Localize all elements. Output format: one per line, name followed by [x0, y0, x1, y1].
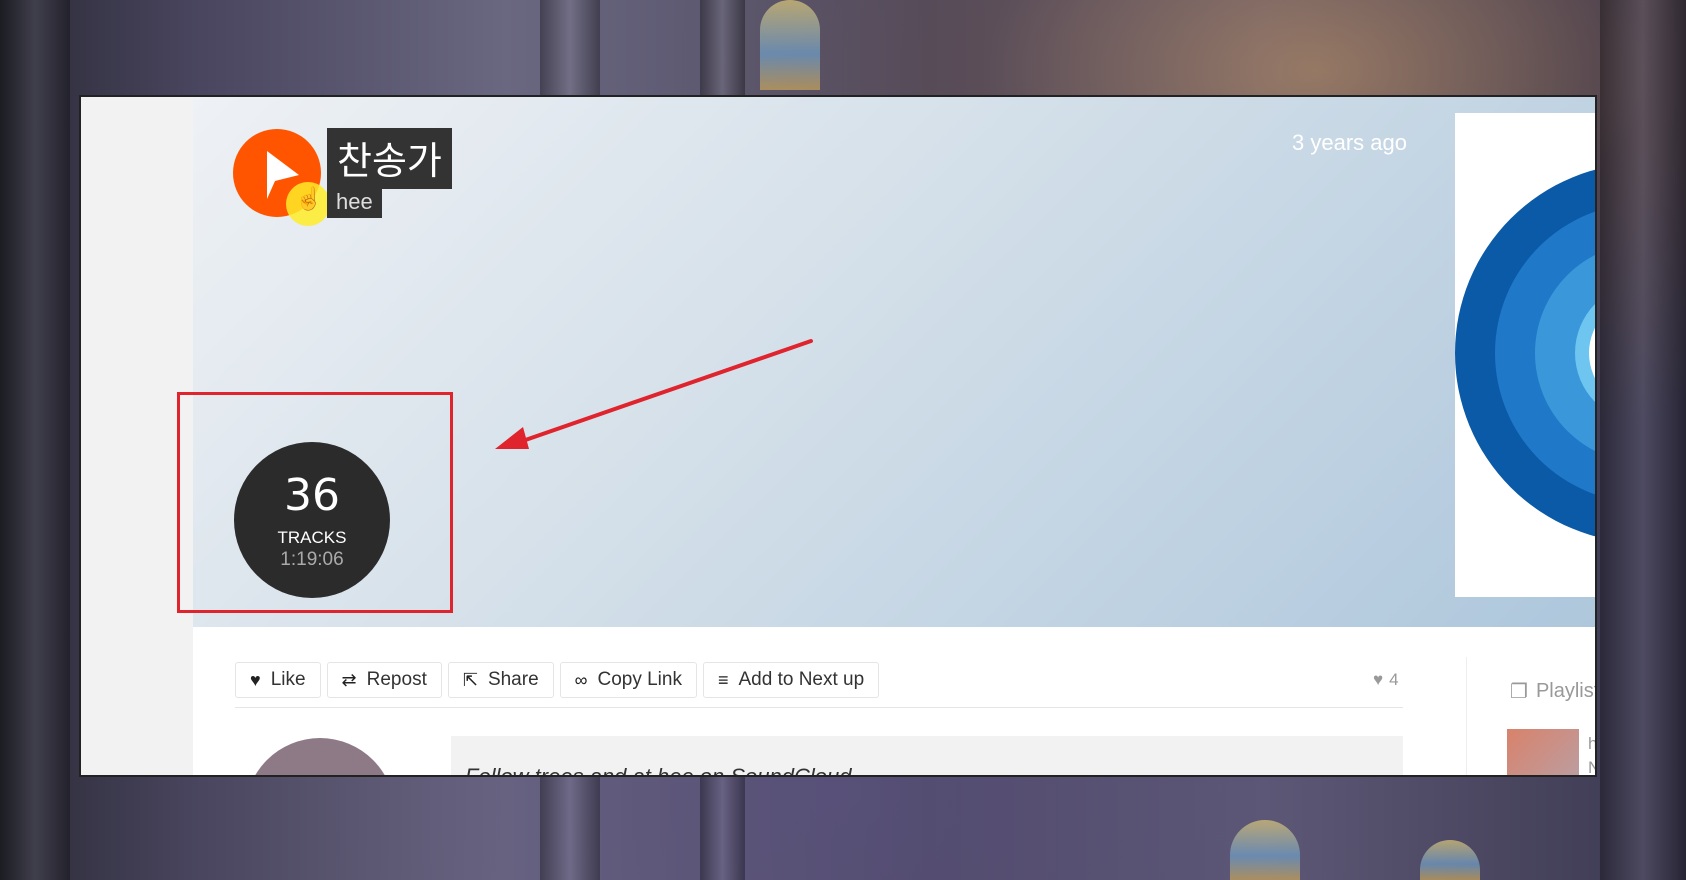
playlist-artwork[interactable]: [1455, 113, 1595, 597]
repost-icon: ⇄: [341, 669, 357, 690]
like-count-value: 4: [1389, 670, 1399, 689]
heart-icon: ♥: [1373, 670, 1384, 689]
playlist-heading-label: Playlist: [1535, 680, 1597, 702]
heart-icon: ♥: [250, 669, 261, 690]
playlist-icon: ❐: [1510, 681, 1528, 703]
add-next-label: Add to Next up: [738, 669, 865, 690]
bg-stained-glass: [1420, 840, 1480, 880]
sidebar-playlist-title: N: [1588, 756, 1595, 775]
artwork-rings: [1455, 169, 1595, 537]
bg-pillar: [0, 0, 70, 880]
bg-pillar: [1600, 0, 1686, 880]
track-count: 36: [284, 470, 340, 521]
sidebar-playlist-meta[interactable]: he N: [1588, 732, 1597, 775]
description-box: Follow trees and at hee on SoundCloud: [451, 736, 1403, 777]
sidebar-divider: [1466, 657, 1467, 775]
repost-button[interactable]: ⇄ Repost: [326, 662, 442, 698]
sidebar-playlist-user: he: [1588, 734, 1597, 753]
repost-label: Repost: [366, 669, 427, 690]
share-icon: ⇱: [462, 669, 478, 690]
playlist-username[interactable]: hee: [327, 186, 382, 218]
playlist-duration: 1:19:06: [280, 549, 344, 570]
copy-link-button[interactable]: ∞ Copy Link: [559, 662, 697, 698]
hand-cursor-icon: ☝: [295, 186, 323, 211]
user-avatar[interactable]: [245, 738, 395, 775]
action-bar: ♥ Like ⇄ Repost ⇱ Share ∞ Copy Link ≡ Ad…: [235, 662, 880, 698]
sidebar-playlist-heading: ❐ Playlist: [1510, 679, 1597, 704]
share-label: Share: [487, 669, 539, 690]
like-button[interactable]: ♥ Like: [235, 662, 321, 698]
browser-window: ☝ 찬송가 hee 3 years ago 36 TRACKS 1:19:06 …: [79, 95, 1597, 777]
divider: [235, 707, 1403, 708]
like-count[interactable]: ♥ 4: [1373, 670, 1399, 690]
track-label: TRACKS: [277, 528, 347, 547]
copy-link-label: Copy Link: [597, 669, 682, 690]
sidebar-playlist-thumbnail[interactable]: [1507, 729, 1579, 775]
share-button[interactable]: ⇱ Share: [447, 662, 554, 698]
queue-icon: ≡: [717, 669, 729, 690]
playlist-content: ♥ Like ⇄ Repost ⇱ Share ∞ Copy Link ≡ Ad…: [193, 627, 1597, 777]
posted-time: 3 years ago: [1292, 130, 1407, 155]
description-text: Follow trees and at hee on SoundCloud: [465, 764, 852, 777]
add-to-next-up-button[interactable]: ≡ Add to Next up: [702, 662, 880, 698]
like-label: Like: [270, 669, 306, 690]
link-icon: ∞: [574, 669, 588, 690]
playlist-title[interactable]: 찬송가: [327, 128, 452, 189]
bg-stained-glass: [760, 0, 820, 90]
bg-stained-glass: [1230, 820, 1300, 880]
track-count-badge: 36 TRACKS 1:19:06: [234, 442, 390, 598]
